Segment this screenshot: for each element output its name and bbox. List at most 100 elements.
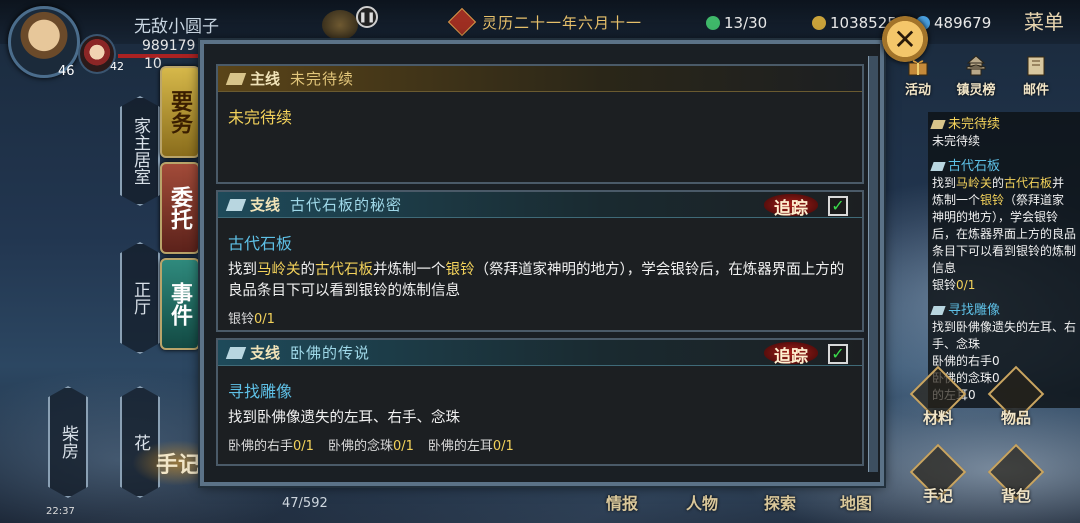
town-ranking-button[interactable]: 镇灵榜 [950, 54, 1002, 98]
activity-label: 活动 [904, 83, 931, 98]
nav-hall[interactable]: 正厅 [120, 242, 160, 354]
tracker-side2-title: 寻找雕像 [930, 302, 1076, 319]
player-name: 无敌小圆子 [134, 17, 219, 37]
desc-highlight: 古代石板 [315, 262, 373, 278]
brush-icon [930, 162, 946, 171]
progress-item: 卧佛的念珠0/1 [328, 435, 414, 454]
progress-item: 卧佛的右手0/1 [228, 435, 314, 454]
quest-title: 未完待续 [228, 108, 293, 127]
quest-type-tag: 支线 [225, 342, 281, 363]
tracker-main-title: 未完待续 [930, 116, 1076, 133]
notebook-button[interactable]: 手记 [908, 443, 968, 506]
materials-label: 材料 [922, 409, 953, 427]
progress-value: 0/1 [293, 439, 314, 454]
quest-progress: 卧佛的右手0/1 卧佛的念珠0/1 卧佛的左耳0/1 [228, 435, 852, 454]
nav-map[interactable]: 地图 [840, 490, 872, 514]
season-badge-icon[interactable] [322, 10, 358, 40]
quest-type-label: 主线 [250, 70, 281, 88]
tracker-side1-title: 古代石板 [930, 158, 1076, 175]
quest-description: 找到卧佛像遗失的左耳、右手、念珠 [228, 410, 460, 426]
pause-button[interactable]: ❚❚ [356, 6, 378, 28]
quest-title: 寻找雕像 [228, 382, 293, 401]
desc-highlight: 银铃 [445, 262, 475, 278]
progress-label: 卧佛的念珠 [327, 439, 393, 454]
quest-card-side-1[interactable]: 支线 古代石板的秘密 追踪 ✓ 古代石板 找到马岭关的古代石板并炼制一个银铃（祭… [216, 190, 864, 332]
progress-value: 0/1 [254, 312, 275, 327]
player-stat-b: 10 [144, 56, 162, 72]
items-label: 物品 [1000, 409, 1031, 427]
desc-text: 并炼制一个 [373, 262, 446, 278]
quest-type-tag: 主线 [225, 68, 281, 89]
player-level: 46 [58, 64, 75, 79]
nav-intel[interactable]: 情报 [606, 490, 638, 514]
resource-jade[interactable]: 13/30 [706, 12, 767, 34]
quest-header: 主线 未完待续 [218, 66, 862, 92]
materials-button[interactable]: 材料 [908, 365, 968, 428]
progress-value: 0/1 [392, 439, 414, 454]
nav-home-room[interactable]: 家主居室 [120, 96, 160, 206]
desc-text: 的 [300, 262, 316, 278]
gift-icon [908, 60, 928, 76]
panel-scrollbar[interactable] [868, 56, 878, 472]
nav-characters[interactable]: 人物 [686, 490, 718, 514]
brush-icon [225, 198, 247, 211]
track-checkbox[interactable]: ✓ [828, 196, 848, 216]
quest-card-main[interactable]: 主线 未完待续 未完待续 [216, 64, 864, 184]
tracker-side1-title-text: 古代石板 [948, 159, 1001, 174]
quest-name: 未完待续 [290, 70, 355, 88]
pause-icon: ❚❚ [358, 11, 376, 23]
brush-icon [930, 306, 946, 315]
mail-button[interactable]: 邮件 [1010, 54, 1062, 98]
quest-header: 支线 古代石板的秘密 追踪 ✓ [218, 192, 862, 219]
tracker-main-desc: 未完待续 [932, 134, 981, 148]
progress-value: 0/1 [492, 439, 514, 454]
tab-commissions[interactable]: 委托 [160, 162, 200, 254]
quest-name: 卧佛的传说 [290, 344, 371, 362]
calendar-date: 灵历二十一年六月十一 [482, 14, 643, 32]
close-icon: ✕ [893, 22, 917, 56]
town-ranking-label: 镇灵榜 [956, 83, 996, 98]
tab-duties[interactable]: 要务 [160, 66, 200, 158]
notebook-label: 手记 [922, 487, 953, 505]
desc-highlight: 马岭关 [257, 262, 301, 278]
jade-icon [706, 16, 720, 30]
desc-highlight: 马岭关 [956, 176, 993, 190]
scroll-icon [930, 120, 946, 129]
resource-gem-value: 489679 [934, 14, 992, 32]
desc-highlight: 古代石板 [1004, 176, 1053, 190]
backpack-label: 背包 [1000, 487, 1031, 505]
quest-title: 古代石板 [228, 234, 293, 253]
coin-icon [812, 16, 826, 30]
quest-type-label: 支线 [250, 344, 281, 362]
pagoda-icon [966, 55, 986, 76]
quest-card-side-2[interactable]: 支线 卧佛的传说 追踪 ✓ 寻找雕像 找到卧佛像遗失的左耳、右手、念珠 卧佛的右… [216, 338, 864, 466]
resource-gem[interactable]: 489679 [916, 12, 991, 34]
progress-label: 卧佛的左耳 [427, 439, 493, 454]
activity-button[interactable]: 活动 [892, 54, 944, 98]
backpack-button[interactable]: 背包 [986, 443, 1046, 506]
tracker-side2-desc: 找到卧佛像遗失的左耳、右手、念珠 [932, 320, 1077, 351]
desc-highlight: 银铃 [980, 193, 1005, 207]
tracker-side2-title-text: 寻找雕像 [948, 303, 1001, 318]
scroll-icon [225, 72, 247, 85]
track-button[interactable]: 追踪 [764, 194, 818, 219]
quest-name: 古代石板的秘密 [290, 196, 403, 214]
progress-label: 银铃 [932, 278, 957, 292]
quest-progress: 银铃0/1 [228, 308, 852, 327]
desc-text: 的 [992, 176, 1005, 190]
mail-icon [1027, 56, 1045, 76]
quest-header: 支线 卧佛的传说 追踪 ✓ [218, 340, 862, 367]
tracker-main-title-text: 未完待续 [948, 117, 1001, 132]
nav-explore[interactable]: 探索 [764, 490, 796, 514]
desc-text: 找到 [932, 176, 957, 190]
menu-button[interactable]: 菜单 [1024, 6, 1064, 35]
mail-label: 邮件 [1022, 83, 1049, 98]
items-button[interactable]: 物品 [986, 365, 1046, 428]
desc-text: 找到 [228, 262, 257, 278]
quest-tracker[interactable]: 未完待续 未完待续 古代石板 找到马岭关的古代石板并炼制一个银铃（祭拜道家神明的… [928, 112, 1080, 408]
track-button[interactable]: 追踪 [764, 342, 818, 367]
nav-woodshed[interactable]: 柴房 [48, 386, 88, 498]
track-checkbox[interactable]: ✓ [828, 344, 848, 364]
tab-events[interactable]: 事件 [160, 258, 200, 350]
tracker-side1-progress: 银铃0/1 [932, 277, 1076, 294]
